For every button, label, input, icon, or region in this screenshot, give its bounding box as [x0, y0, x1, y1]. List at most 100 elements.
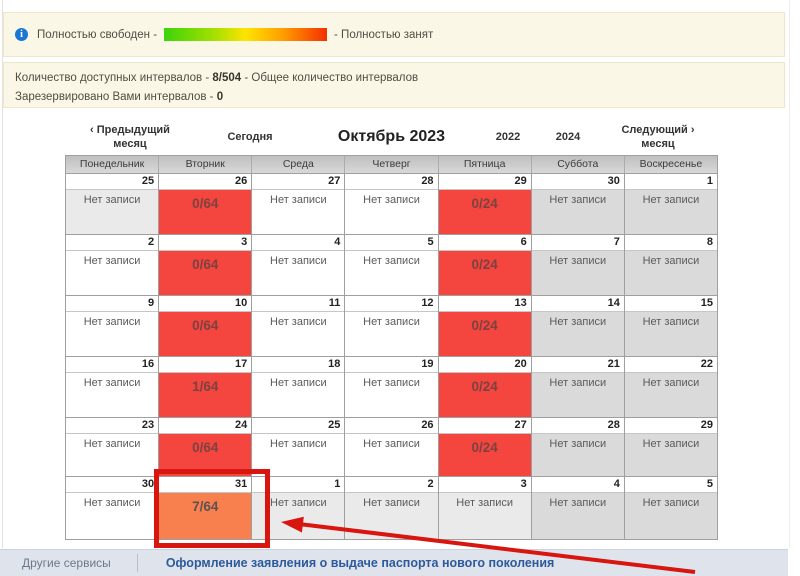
- cell-no-record-label: Нет записи: [66, 312, 158, 356]
- cell-slots-value: 1/64: [159, 373, 251, 417]
- calendar-week-row: 23Нет записи240/6425Нет записи26Нет запи…: [66, 417, 717, 476]
- calendar-cell: 1Нет записи: [624, 174, 717, 234]
- cell-date: 6: [439, 235, 531, 251]
- weekday-header: Суббота: [531, 156, 624, 173]
- calendar-cell: 29Нет записи: [624, 418, 717, 476]
- calendar-cell: 18Нет записи: [251, 357, 344, 417]
- calendar-cell: 27Нет записи: [251, 174, 344, 234]
- cell-no-record-label: Нет записи: [345, 434, 437, 476]
- cell-date: 3: [159, 235, 251, 251]
- cell-date: 22: [625, 357, 717, 373]
- cell-date: 26: [159, 174, 251, 190]
- cell-no-record-label: Нет записи: [345, 493, 437, 539]
- cell-date: 12: [345, 296, 437, 312]
- calendar-cell: 22Нет записи: [624, 357, 717, 417]
- cell-date: 30: [532, 174, 624, 190]
- calendar-cell[interactable]: 270/24: [438, 418, 531, 476]
- calendar-cell: 5Нет записи: [624, 477, 717, 539]
- cell-slots-value: 0/64: [159, 434, 251, 476]
- cell-no-record-label: Нет записи: [532, 493, 624, 539]
- cell-date: 25: [66, 174, 158, 190]
- cell-no-record-label: Нет записи: [532, 251, 624, 295]
- calendar-cell: 28Нет записи: [531, 418, 624, 476]
- calendar-cell[interactable]: 100/64: [158, 296, 251, 356]
- cell-no-record-label: Нет записи: [625, 493, 717, 539]
- reserved-intervals-prefix: Зарезервировано Вами интервалов -: [15, 91, 217, 103]
- cell-no-record-label: Нет записи: [345, 373, 437, 417]
- calendar-week-row: 9Нет записи100/6411Нет записи12Нет запис…: [66, 295, 717, 356]
- other-services-link[interactable]: Другие сервисы: [22, 556, 111, 570]
- prev-year-button[interactable]: 2022: [478, 130, 538, 144]
- calendar-cell[interactable]: 317/64: [158, 477, 251, 539]
- calendar-cell: 3Нет записи: [438, 477, 531, 539]
- prev-month-button[interactable]: ‹ Предыдущий месяц: [65, 123, 195, 151]
- calendar-cell: 30Нет записи: [531, 174, 624, 234]
- calendar-cell: 2Нет записи: [66, 235, 158, 295]
- cell-date: 14: [532, 296, 624, 312]
- calendar-cell: 26Нет записи: [344, 418, 437, 476]
- calendar-cell[interactable]: 290/24: [438, 174, 531, 234]
- calendar-cell[interactable]: 130/24: [438, 296, 531, 356]
- next-year-button[interactable]: 2024: [538, 130, 598, 144]
- cell-date: 26: [345, 418, 437, 434]
- cell-slots-value: 0/24: [439, 373, 531, 417]
- cell-date: 25: [252, 418, 344, 434]
- next-month-button[interactable]: Следующий › месяц: [598, 123, 718, 151]
- next-month-label2: месяц: [641, 138, 674, 150]
- cell-slots-value: 0/24: [439, 190, 531, 234]
- cell-date: 2: [345, 477, 437, 493]
- calendar-cell[interactable]: 30/64: [158, 235, 251, 295]
- calendar-table: ПонедельникВторникСредаЧетвергПятницаСуб…: [65, 155, 718, 540]
- cell-date: 1: [625, 174, 717, 190]
- calendar-cell: 12Нет записи: [344, 296, 437, 356]
- next-month-label: Следующий ›: [621, 124, 694, 136]
- calendar-cell[interactable]: 240/64: [158, 418, 251, 476]
- footer-divider: [137, 554, 138, 572]
- calendar-cell: 19Нет записи: [344, 357, 437, 417]
- weekday-header-row: ПонедельникВторникСредаЧетвергПятницаСуб…: [66, 156, 717, 173]
- service-title-link[interactable]: Оформление заявления о выдаче паспорта н…: [166, 556, 555, 570]
- footer-bar: Другие сервисы Оформление заявления о вы…: [0, 549, 788, 576]
- cell-no-record-label: Нет записи: [625, 373, 717, 417]
- cell-slots-value: 0/24: [439, 312, 531, 356]
- cell-no-record-label: Нет записи: [252, 373, 344, 417]
- calendar-nav: ‹ Предыдущий месяц Сегодня Октябрь 2023 2…: [65, 118, 718, 155]
- cell-date: 5: [625, 477, 717, 493]
- calendar-cell: 28Нет записи: [344, 174, 437, 234]
- cell-slots-value: 0/64: [159, 190, 251, 234]
- cell-no-record-label: Нет записи: [252, 434, 344, 476]
- cell-no-record-label: Нет записи: [252, 493, 344, 539]
- cell-date: 31: [159, 477, 251, 493]
- weekday-header: Вторник: [158, 156, 251, 173]
- calendar-cell[interactable]: 171/64: [158, 357, 251, 417]
- calendar-cell: 21Нет записи: [531, 357, 624, 417]
- prev-month-label2: месяц: [113, 138, 146, 150]
- calendar-cell[interactable]: 60/24: [438, 235, 531, 295]
- today-button[interactable]: Сегодня: [195, 130, 305, 144]
- cell-no-record-label: Нет записи: [66, 434, 158, 476]
- cell-no-record-label: Нет записи: [252, 312, 344, 356]
- cell-date: 8: [625, 235, 717, 251]
- cell-date: 10: [159, 296, 251, 312]
- cell-date: 3: [439, 477, 531, 493]
- cell-no-record-label: Нет записи: [66, 190, 158, 234]
- cell-date: 11: [252, 296, 344, 312]
- cell-date: 18: [252, 357, 344, 373]
- prev-month-label: ‹ Предыдущий: [90, 124, 170, 136]
- cell-no-record-label: Нет записи: [252, 190, 344, 234]
- calendar-cell[interactable]: 260/64: [158, 174, 251, 234]
- cell-no-record-label: Нет записи: [532, 190, 624, 234]
- cell-date: 29: [625, 418, 717, 434]
- calendar-grid: 25Нет записи260/6427Нет записи28Нет запи…: [66, 173, 717, 539]
- cell-no-record-label: Нет записи: [532, 373, 624, 417]
- weekday-header: Воскресенье: [624, 156, 717, 173]
- calendar-cell: 23Нет записи: [66, 418, 158, 476]
- legend-free-label: Полностью свободен -: [37, 29, 157, 41]
- calendar-cell[interactable]: 200/24: [438, 357, 531, 417]
- cell-no-record-label: Нет записи: [532, 434, 624, 476]
- reserved-intervals-count: 0: [217, 91, 223, 103]
- cell-date: 24: [159, 418, 251, 434]
- month-title: Октябрь 2023: [305, 128, 478, 146]
- calendar-cell: 5Нет записи: [344, 235, 437, 295]
- calendar-cell: 14Нет записи: [531, 296, 624, 356]
